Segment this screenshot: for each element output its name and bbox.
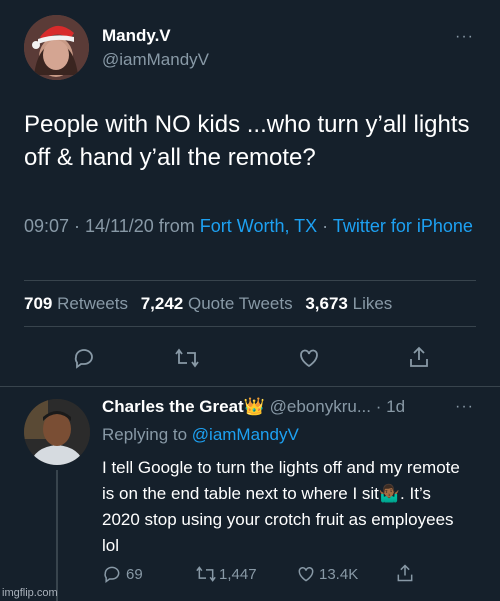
share-icon	[410, 346, 428, 367]
replying-to: Replying to @iamMandyV	[102, 425, 299, 445]
share-icon	[397, 564, 413, 582]
divider	[24, 326, 476, 327]
reply-time[interactable]: · 1d	[376, 397, 405, 416]
author-avatar[interactable]	[24, 15, 89, 80]
reply-icon	[74, 349, 93, 369]
likes-count: 3,673	[305, 294, 348, 313]
tweet-location-link[interactable]: Fort Worth, TX	[200, 216, 317, 236]
reply-more-icon[interactable]: ···	[455, 398, 474, 416]
retweet-count: 1,447	[219, 565, 257, 583]
reply-retweet-button[interactable]: 1,447	[195, 564, 257, 584]
reply-count: 69	[126, 565, 143, 583]
share-button[interactable]	[407, 345, 431, 369]
likes-stat[interactable]: 3,673 Likes	[305, 294, 392, 313]
author-handle[interactable]: @iamMandyV	[102, 50, 209, 70]
reply-author-handle[interactable]: @ebonykru...	[270, 397, 371, 416]
thread-line	[56, 470, 58, 601]
reply-author-avatar[interactable]	[24, 399, 90, 465]
quotes-label: Quote Tweets	[188, 294, 293, 313]
like-icon	[298, 566, 314, 582]
reply-author-name[interactable]: Charles the Great👑	[102, 397, 265, 416]
likes-label: Likes	[352, 294, 393, 313]
tweet-meta: 09:07 · 14/11/20 from Fort Worth, TX · T…	[24, 214, 474, 239]
tweet-timestamp[interactable]: 09:07 · 14/11/20 from	[24, 216, 200, 236]
retweets-label: Retweets	[57, 294, 128, 313]
reply-icon	[104, 566, 120, 583]
quotes-stat[interactable]: 7,242 Quote Tweets	[141, 294, 293, 313]
retweets-count: 709	[24, 294, 53, 313]
tweet-client-link[interactable]: Twitter for iPhone	[333, 216, 473, 236]
divider	[24, 280, 476, 281]
reply-like-button[interactable]: 13.4K	[296, 564, 358, 584]
reply-reply-button[interactable]: 69	[102, 564, 143, 584]
divider	[0, 386, 500, 387]
more-icon[interactable]: ···	[455, 28, 474, 46]
author-name[interactable]: Mandy.V	[102, 26, 171, 46]
engagement-stats: 709 Retweets 7,242 Quote Tweets 3,673 Li…	[24, 294, 392, 314]
like-button[interactable]	[297, 346, 321, 370]
like-count: 13.4K	[319, 565, 359, 583]
tweet-text: People with NO kids ...who turn y’all li…	[24, 111, 470, 171]
reply-share-button[interactable]	[395, 563, 415, 583]
like-icon	[300, 349, 318, 368]
replying-to-handle[interactable]: @iamMandyV	[192, 425, 299, 444]
reply-button[interactable]	[72, 346, 96, 370]
retweet-icon	[175, 348, 199, 368]
retweets-stat[interactable]: 709 Retweets	[24, 294, 128, 313]
reply-text: I tell Google to turn the lights off and…	[102, 458, 460, 555]
replying-prefix: Replying to	[102, 425, 192, 444]
meta-separator: ·	[317, 216, 333, 236]
quotes-count: 7,242	[140, 294, 184, 313]
reply-header: Charles the Great👑 @ebonykru... · 1d	[102, 397, 405, 417]
retweet-icon	[196, 566, 216, 582]
retweet-button[interactable]	[174, 346, 200, 370]
watermark: imgflip.com	[2, 587, 58, 599]
